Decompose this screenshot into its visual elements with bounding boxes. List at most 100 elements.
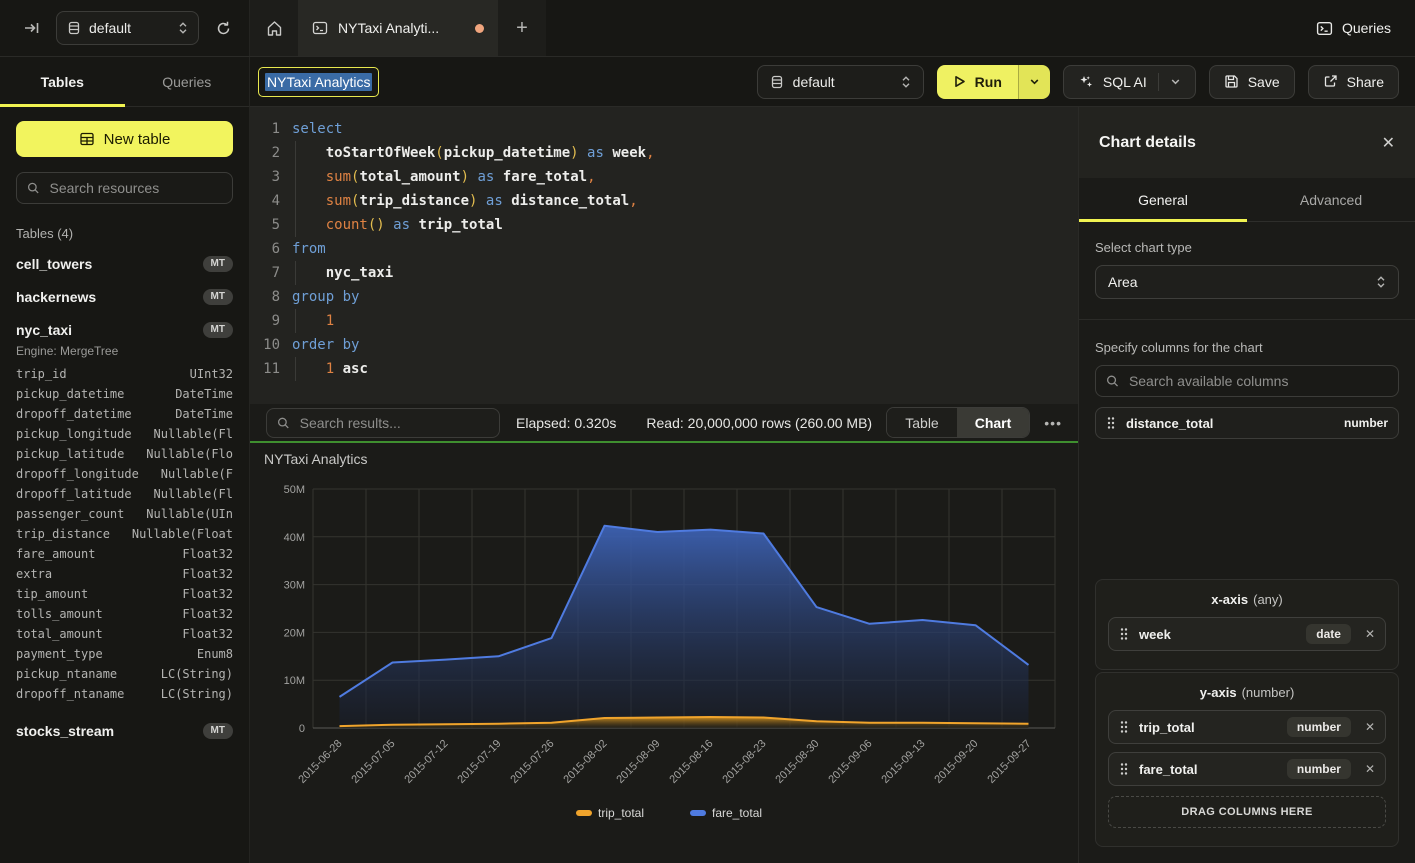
sql-editor[interactable]: 1select2 toStartOfWeek(pickup_datetime) …	[250, 107, 1078, 404]
indent-guide	[295, 213, 296, 237]
chip-type-badge: date	[1306, 624, 1351, 644]
column-chip-week[interactable]: weekdate✕	[1108, 617, 1386, 651]
code-line: 4 sum(trip_distance) as distance_total,	[250, 189, 1078, 213]
column-row: pickup_latitude Nullable(Flo	[16, 444, 233, 464]
tab-nytaxi-analytics[interactable]: NYTaxi Analyti...	[298, 0, 498, 56]
toggle-chart[interactable]: Chart	[957, 408, 1030, 437]
chart-details-panel: Chart details ✕ General Advanced Select …	[1078, 107, 1415, 863]
indent-guide	[295, 189, 296, 213]
close-icon[interactable]: ✕	[1382, 133, 1395, 153]
column-row: pickup_longitudeNullable(Fl	[16, 424, 233, 444]
legend-label: trip_total	[598, 806, 644, 820]
sql-ai-button[interactable]: SQL AI	[1063, 65, 1196, 99]
y-axis-card: y-axis(number) trip_totalnumber✕fare_tot…	[1095, 672, 1399, 847]
column-chip-distance_total[interactable]: distance_totalnumber	[1095, 407, 1399, 439]
svg-text:20M: 20M	[284, 627, 305, 639]
run-button[interactable]: Run	[937, 65, 1018, 99]
chart-type-select[interactable]: Area	[1095, 265, 1399, 299]
chip-name: fare_total	[1139, 762, 1277, 777]
query-title-selected-text: NYTaxi Analytics	[265, 73, 372, 91]
new-table-label: New table	[104, 131, 171, 148]
column-type: Float32	[182, 587, 233, 601]
query-database-name: default	[793, 74, 892, 90]
chevron-updown-icon	[901, 75, 911, 89]
column-type: Nullable(UIn	[146, 507, 233, 521]
sidebar-tabs: Tables Queries	[0, 57, 250, 107]
columns-list: trip_idUInt32pickup_datetimeDateTimedrop…	[16, 364, 233, 704]
share-button[interactable]: Share	[1308, 65, 1399, 99]
column-name: total_amount	[16, 627, 103, 641]
run-options-button[interactable]	[1018, 65, 1050, 99]
panel-body: Select chart type Area Specify columns f…	[1079, 222, 1415, 863]
toggle-table[interactable]: Table	[887, 408, 956, 437]
home-icon	[266, 20, 283, 37]
search-icon	[277, 416, 290, 430]
new-table-button[interactable]: New table	[16, 121, 233, 157]
remove-icon[interactable]: ✕	[1365, 762, 1375, 776]
svg-text:2015-08-30: 2015-08-30	[773, 738, 821, 786]
column-type: Enum8	[197, 647, 233, 661]
database-selector[interactable]: default	[56, 11, 199, 45]
legend-marker	[690, 810, 706, 816]
table-row[interactable]: hackernewsMT	[16, 280, 233, 313]
column-type: Float32	[182, 627, 233, 641]
chevron-down-icon[interactable]	[1170, 76, 1181, 87]
column-name: tolls_amount	[16, 607, 103, 621]
home-tab[interactable]	[250, 0, 298, 56]
column-row: total_amount Float32	[16, 624, 233, 644]
search-results-input[interactable]	[298, 414, 489, 432]
chevron-updown-icon	[1376, 275, 1386, 289]
sidebar-tab-tables[interactable]: Tables	[0, 57, 125, 106]
table-row[interactable]: stocks_streamMT	[16, 714, 233, 747]
column-type: Float32	[182, 607, 233, 621]
column-name: pickup_ntaname	[16, 667, 117, 681]
search-columns-input[interactable]	[1127, 372, 1388, 390]
code-text: nyc_taxi	[280, 261, 393, 285]
panel-header: Chart details ✕	[1079, 107, 1415, 178]
table-row[interactable]: nyc_taxiMT	[16, 313, 233, 346]
save-button[interactable]: Save	[1209, 65, 1295, 99]
divider	[1079, 319, 1415, 320]
sidebar-tab-queries[interactable]: Queries	[125, 57, 250, 106]
column-type: Float32	[182, 567, 233, 581]
line-number: 4	[250, 189, 280, 213]
code-line: 5 count() as trip_total	[250, 213, 1078, 237]
results-bar: Elapsed: 0.320s Read: 20,000,000 rows (2…	[250, 404, 1078, 441]
chart-legend[interactable]: trip_totalfare_total	[576, 806, 762, 820]
chart-container[interactable]: 010M20M30M40M50M2015-06-282015-07-052015…	[250, 443, 1078, 863]
area-chart[interactable]: 010M20M30M40M50M2015-06-282015-07-052015…	[250, 443, 1078, 863]
refresh-icon[interactable]	[209, 14, 237, 42]
search-resources-input[interactable]	[48, 179, 223, 197]
remove-icon[interactable]: ✕	[1365, 720, 1375, 734]
sql-ai-label: SQL AI	[1103, 74, 1147, 90]
y-axis-items: trip_totalnumber✕ fare_totalnumber✕	[1108, 710, 1386, 786]
column-chip-fare_total[interactable]: fare_totalnumber✕	[1108, 752, 1386, 786]
remove-icon[interactable]: ✕	[1365, 627, 1375, 641]
column-row: fare_amountFloat32	[16, 544, 233, 564]
terminal-icon	[1316, 20, 1333, 37]
queries-button[interactable]: Queries	[1316, 20, 1391, 37]
column-row: payment_typeEnum8	[16, 644, 233, 664]
query-title-input[interactable]: NYTaxi Analytics	[258, 67, 379, 97]
more-options-icon[interactable]: •••	[1044, 415, 1062, 431]
tab-advanced[interactable]: Advanced	[1247, 178, 1415, 221]
column-row: tip_amountFloat32	[16, 584, 233, 604]
new-tab-button[interactable]: +	[498, 0, 546, 56]
tab-general[interactable]: General	[1079, 178, 1247, 221]
column-type: Nullable(Flo	[146, 447, 233, 461]
chevron-down-icon	[1029, 76, 1040, 87]
column-name: dropoff_longitude	[16, 467, 139, 481]
code-text: from	[280, 237, 326, 261]
drop-zone[interactable]: DRAG COLUMNS HERE	[1108, 796, 1386, 828]
table-row[interactable]: cell_towersMT	[16, 247, 233, 280]
column-type: Nullable(Fl	[154, 427, 233, 441]
column-row: trip_distanceNullable(Float	[16, 524, 233, 544]
collapse-sidebar-icon[interactable]	[18, 14, 46, 42]
column-chip-trip_total[interactable]: trip_totalnumber✕	[1108, 710, 1386, 744]
query-database-selector[interactable]: default	[757, 65, 924, 99]
column-name: trip_id	[16, 367, 67, 381]
queries-label: Queries	[1342, 20, 1391, 36]
column-name: pickup_latitude	[16, 447, 124, 461]
code-line: 2 toStartOfWeek(pickup_datetime) as week…	[250, 141, 1078, 165]
column-row: dropoff_ntanameLC(String)	[16, 684, 233, 704]
